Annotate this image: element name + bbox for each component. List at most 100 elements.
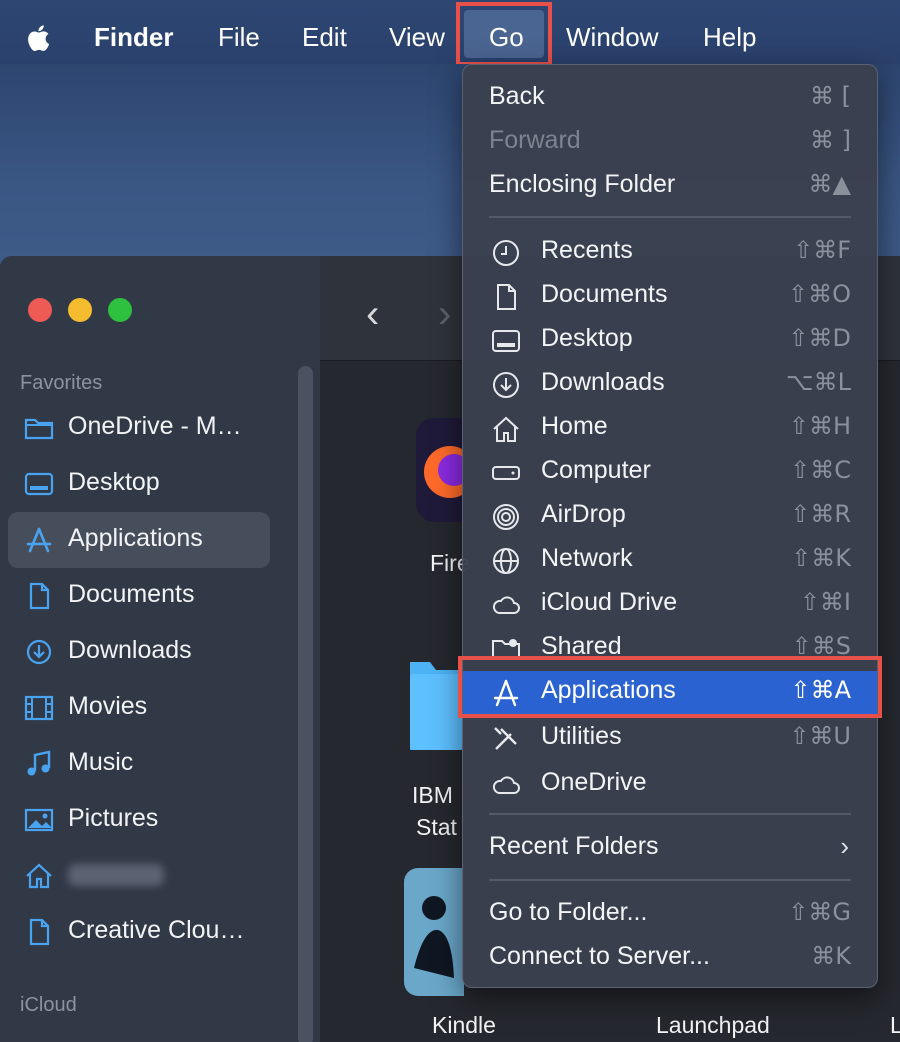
apple-logo-icon[interactable] xyxy=(26,22,54,54)
menu-separator xyxy=(489,879,851,881)
kindle-app-icon[interactable] xyxy=(404,868,464,996)
go-menu-annotation-box xyxy=(456,2,552,66)
cloud-icon xyxy=(492,776,520,794)
film-icon xyxy=(24,695,54,721)
menu-item-label: Connect to Server... xyxy=(489,942,710,970)
applications-annotation-box xyxy=(458,656,882,718)
app-label-ibm: IBM xyxy=(412,782,453,808)
sidebar-item-label: Desktop xyxy=(68,468,160,496)
folder-icon xyxy=(24,418,54,440)
zoom-window-button[interactable] xyxy=(108,298,132,322)
menu-view[interactable]: View xyxy=(389,0,445,64)
sidebar-item-home[interactable] xyxy=(8,848,270,904)
sidebar-item-desktop[interactable]: Desktop xyxy=(8,456,270,512)
sidebar-item-movies[interactable]: Movies xyxy=(8,680,270,736)
minimize-window-button[interactable] xyxy=(68,298,92,322)
close-window-button[interactable] xyxy=(28,298,52,322)
menu-item-label: Forward xyxy=(489,126,581,154)
tools-icon xyxy=(494,727,517,750)
menu-item-network[interactable]: Network ⇧⌘K xyxy=(463,539,877,583)
menu-help[interactable]: Help xyxy=(703,0,756,64)
menu-item-back[interactable]: Back ⌘ [ xyxy=(463,77,877,121)
menu-item-label: Documents xyxy=(541,280,668,308)
menu-item-label: Home xyxy=(541,412,608,440)
menu-app-name[interactable]: Finder xyxy=(94,0,173,64)
menu-bar: Finder File Edit View Go Window Help xyxy=(0,0,900,66)
menu-item-enclosing-folder[interactable]: Enclosing Folder ⌘▲ xyxy=(463,165,877,209)
sidebar-scrollbar[interactable] xyxy=(298,366,313,1042)
menu-item-onedrive[interactable]: OneDrive xyxy=(463,763,877,807)
globe-icon xyxy=(493,548,519,574)
menu-item-shortcut: ⇧⌘O xyxy=(788,280,851,308)
menu-item-home[interactable]: Home ⇧⌘H xyxy=(463,407,877,451)
chevron-right-icon: › xyxy=(840,831,849,861)
menu-item-label: Utilities xyxy=(541,722,622,750)
menu-separator xyxy=(489,813,851,815)
menu-item-downloads[interactable]: Downloads ⌥⌘L xyxy=(463,363,877,407)
document-icon xyxy=(497,284,516,310)
downloads-icon xyxy=(493,372,519,398)
redacted-username xyxy=(68,864,164,886)
sidebar-item-music[interactable]: Music xyxy=(8,736,270,792)
app-label-partial: L xyxy=(890,1012,900,1038)
applications-icon xyxy=(26,527,52,553)
menu-item-label: AirDrop xyxy=(541,500,626,528)
sidebar-item-label: OneDrive - M… xyxy=(68,412,242,440)
sidebar-section-favorites: Favorites xyxy=(20,372,103,394)
menu-item-label: Recent Folders xyxy=(489,832,659,860)
menu-item-label: Go to Folder... xyxy=(489,898,648,926)
menu-item-label: Downloads xyxy=(541,368,665,396)
document-icon xyxy=(29,582,50,610)
sidebar-item-label: Movies xyxy=(68,692,148,720)
music-icon xyxy=(27,750,51,776)
menu-item-label: Desktop xyxy=(541,324,633,352)
menu-item-utilities[interactable]: Utilities ⇧⌘U xyxy=(463,717,877,761)
menu-item-label: iCloud Drive xyxy=(541,588,678,616)
sidebar-item-applications[interactable]: Applications xyxy=(8,512,270,568)
menu-item-label: Network xyxy=(541,544,633,572)
downloads-icon xyxy=(26,639,52,665)
computer-icon xyxy=(492,466,520,480)
menu-separator xyxy=(489,216,851,218)
menu-item-icloud-drive[interactable]: iCloud Drive ⇧⌘I xyxy=(463,583,877,627)
document-icon xyxy=(29,918,50,946)
menu-item-recents[interactable]: Recents ⇧⌘F xyxy=(463,231,877,275)
menu-item-shortcut: ⇧⌘R xyxy=(790,500,851,528)
menu-item-shortcut: ⇧⌘C xyxy=(790,456,851,484)
ibm-folder-icon[interactable] xyxy=(410,652,462,750)
firefox-app-icon[interactable] xyxy=(416,418,464,522)
sidebar-item-creative-cloud[interactable]: Creative Clou… xyxy=(8,904,270,960)
sidebar-item-downloads[interactable]: Downloads xyxy=(8,624,270,680)
forward-nav-button[interactable]: › xyxy=(438,292,451,337)
clock-icon xyxy=(493,240,519,266)
back-nav-button[interactable]: ‹ xyxy=(366,292,379,337)
app-label-stat: Stat xyxy=(416,814,457,840)
menu-item-shortcut: ⇧⌘U xyxy=(789,722,851,750)
menu-item-shortcut: ⌘K xyxy=(811,942,851,970)
menu-item-label: Enclosing Folder xyxy=(489,170,676,198)
sidebar-item-onedrive[interactable]: OneDrive - M… xyxy=(8,400,270,456)
menu-item-computer[interactable]: Computer ⇧⌘C xyxy=(463,451,877,495)
menu-item-desktop[interactable]: Desktop ⇧⌘D xyxy=(463,319,877,363)
menu-item-shortcut: ⇧⌘K xyxy=(791,544,851,572)
menu-edit[interactable]: Edit xyxy=(302,0,347,64)
sidebar-item-label: Documents xyxy=(68,580,195,608)
menu-window[interactable]: Window xyxy=(566,0,658,64)
sidebar-item-label: Applications xyxy=(68,524,203,552)
menu-item-recent-folders[interactable]: Recent Folders › xyxy=(463,827,877,871)
sidebar-item-label: Pictures xyxy=(68,804,159,832)
sidebar-item-label: Music xyxy=(68,748,134,776)
menu-item-go-to-folder[interactable]: Go to Folder... ⇧⌘G xyxy=(463,893,877,937)
menu-item-shortcut: ⇧⌘G xyxy=(788,898,851,926)
app-label-launchpad: Launchpad xyxy=(656,1012,770,1038)
pictures-icon xyxy=(24,808,54,832)
menu-file[interactable]: File xyxy=(218,0,260,64)
sidebar-item-pictures[interactable]: Pictures xyxy=(8,792,270,848)
menu-item-airdrop[interactable]: AirDrop ⇧⌘R xyxy=(463,495,877,539)
cloud-icon xyxy=(492,596,520,614)
sidebar-item-documents[interactable]: Documents xyxy=(8,568,270,624)
menu-item-documents[interactable]: Documents ⇧⌘O xyxy=(463,275,877,319)
menu-item-label: OneDrive xyxy=(541,768,647,796)
menu-item-connect-to-server[interactable]: Connect to Server... ⌘K xyxy=(463,937,877,981)
sidebar-item-label: Downloads xyxy=(68,636,192,664)
